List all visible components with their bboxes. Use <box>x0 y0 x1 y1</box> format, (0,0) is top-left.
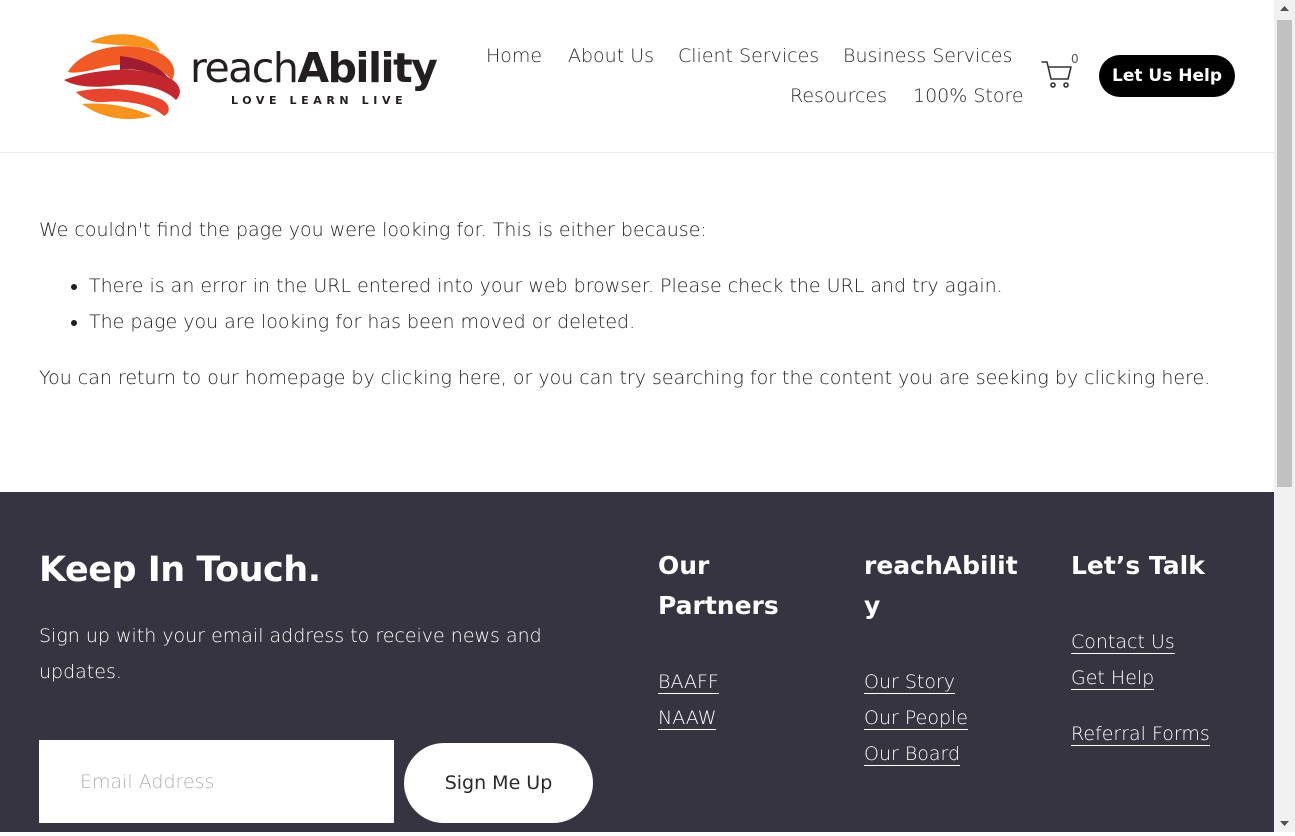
reason-item: The page you are looking for has been mo… <box>89 304 1229 340</box>
link-text: NAAW <box>658 707 717 730</box>
link-text: Our Story <box>864 671 956 694</box>
footer-link-get-help[interactable]: Get Help <box>1071 660 1155 696</box>
link-text: Our Board <box>864 743 961 766</box>
nav-client-services[interactable]: Client Services <box>678 44 819 68</box>
footer-link-referral-forms[interactable]: Referral Forms <box>1071 716 1210 752</box>
heading-line: Our <box>658 551 710 580</box>
footer-link-baaff[interactable]: BAAFF <box>658 664 719 700</box>
logo-wordmark: reachAbility <box>190 48 438 89</box>
nav-business-services[interactable]: Business Services <box>843 44 1012 68</box>
link-text: Our People <box>864 707 968 730</box>
nav-home[interactable]: Home <box>486 44 542 68</box>
sign-me-up-button[interactable]: Sign Me Up <box>404 743 593 823</box>
link-text: BAAFF <box>658 671 719 694</box>
nav-about-us[interactable]: About Us <box>568 44 654 68</box>
footer-col-heading-lets-talk: Let’s Talk <box>1071 546 1205 586</box>
scroll-up-button[interactable] <box>1274 0 1295 18</box>
link-text: Get Help <box>1071 667 1155 690</box>
link-text: Referral Forms <box>1071 723 1210 746</box>
triangle-up-icon <box>1280 6 1289 11</box>
heading-line: reachAbilit <box>864 551 1018 580</box>
nav-100-store[interactable]: 100% Store <box>913 84 1024 108</box>
footer-link-contact-us[interactable]: Contact Us <box>1071 624 1175 660</box>
footer-link-our-board[interactable]: Our Board <box>864 736 961 772</box>
let-us-help-button[interactable]: Let Us Help <box>1099 55 1235 97</box>
footer-link-our-people[interactable]: Our People <box>864 700 968 736</box>
logo-tagline: LOVE LEARN LIVE <box>231 94 408 107</box>
footer-title: Keep In Touch. <box>39 550 321 590</box>
not-found-reasons: There is an error in the URL entered int… <box>39 268 1229 340</box>
flame-logo-icon <box>64 34 180 120</box>
footer-link-naaw[interactable]: NAAW <box>658 700 717 736</box>
footer-description: Sign up with your email address to recei… <box>39 625 542 683</box>
footer-col-heading-reachability: reachAbilit y <box>864 546 1018 626</box>
footer-link-our-story[interactable]: Our Story <box>864 664 956 700</box>
reachability-logo[interactable]: reachAbility LOVE LEARN LIVE <box>60 30 440 122</box>
site-footer: Keep In Touch. Sign up with your email a… <box>0 492 1274 832</box>
nav-resources[interactable]: Resources <box>790 84 887 108</box>
email-input[interactable] <box>39 740 394 823</box>
heading-line: Let’s Talk <box>1071 551 1205 580</box>
heading-line: y <box>864 591 881 620</box>
reason-item: There is an error in the URL entered int… <box>89 268 1229 304</box>
logo-word-light: reach <box>190 44 299 92</box>
return-text: You can return to our homepage by clicki… <box>39 367 1211 389</box>
vertical-scrollbar[interactable] <box>1274 0 1295 832</box>
scrollbar-thumb[interactable] <box>1277 20 1292 487</box>
page: reachAbility LOVE LEARN LIVE Home About … <box>0 0 1274 832</box>
scroll-down-button[interactable] <box>1274 814 1295 832</box>
logo-word-bold: Ability <box>297 44 438 92</box>
site-header: reachAbility LOVE LEARN LIVE Home About … <box>0 0 1274 153</box>
not-found-content: We couldn't find the page you were looki… <box>39 212 1229 396</box>
cart-icon <box>1041 61 1072 88</box>
cart-count-badge: 0 <box>1071 52 1079 66</box>
link-text: Contact Us <box>1071 631 1175 654</box>
heading-line: Partners <box>658 591 779 620</box>
footer-col-heading-partners: Our Partners <box>658 546 779 626</box>
triangle-down-icon <box>1280 821 1289 826</box>
not-found-intro: We couldn't find the page you were looki… <box>39 219 707 241</box>
